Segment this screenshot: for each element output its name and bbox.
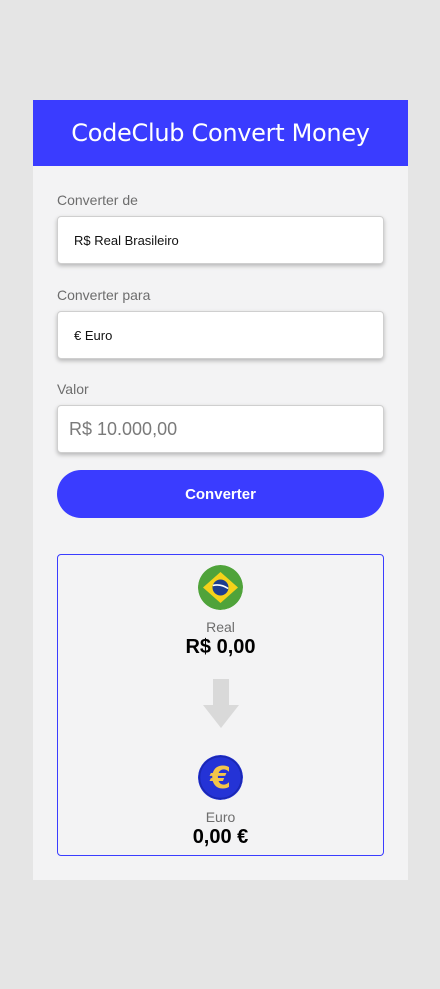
target-currency-name: Euro — [205, 809, 236, 825]
arrow-down-icon — [203, 679, 239, 728]
from-currency-select[interactable]: R$ Real Brasileiro — [57, 216, 384, 264]
amount-label: Valor — [57, 381, 89, 397]
euro-icon: € — [198, 755, 243, 800]
source-currency-value: R$ 0,00 — [185, 636, 256, 658]
to-currency-select[interactable]: € Euro — [57, 311, 384, 359]
converter-card: CodeClub Convert Money Converter de R$ R… — [33, 100, 408, 880]
from-currency-field: Converter de R$ Real Brasileiro — [57, 192, 384, 264]
target-currency-result: € Euro 0,00 € — [58, 755, 383, 849]
app-title: CodeClub Convert Money — [71, 119, 370, 147]
to-currency-selected: € Euro — [74, 327, 113, 343]
from-currency-selected: R$ Real Brasileiro — [74, 232, 179, 248]
source-currency-result: Real R$ 0,00 — [58, 565, 383, 659]
amount-field: Valor — [57, 381, 384, 453]
to-currency-label: Converter para — [57, 287, 151, 303]
result-panel: Real R$ 0,00 € Euro 0,00 € — [57, 554, 384, 856]
to-currency-field: Converter para € Euro — [57, 287, 384, 359]
target-currency-value: 0,00 € — [192, 826, 249, 848]
app-header: CodeClub Convert Money — [33, 100, 408, 166]
source-currency-name: Real — [206, 619, 235, 635]
from-currency-label: Converter de — [57, 192, 138, 208]
svg-text:€: € — [209, 761, 231, 796]
amount-input[interactable] — [57, 405, 384, 453]
convert-button[interactable]: Converter — [57, 470, 384, 518]
brazil-flag-icon — [198, 565, 243, 610]
